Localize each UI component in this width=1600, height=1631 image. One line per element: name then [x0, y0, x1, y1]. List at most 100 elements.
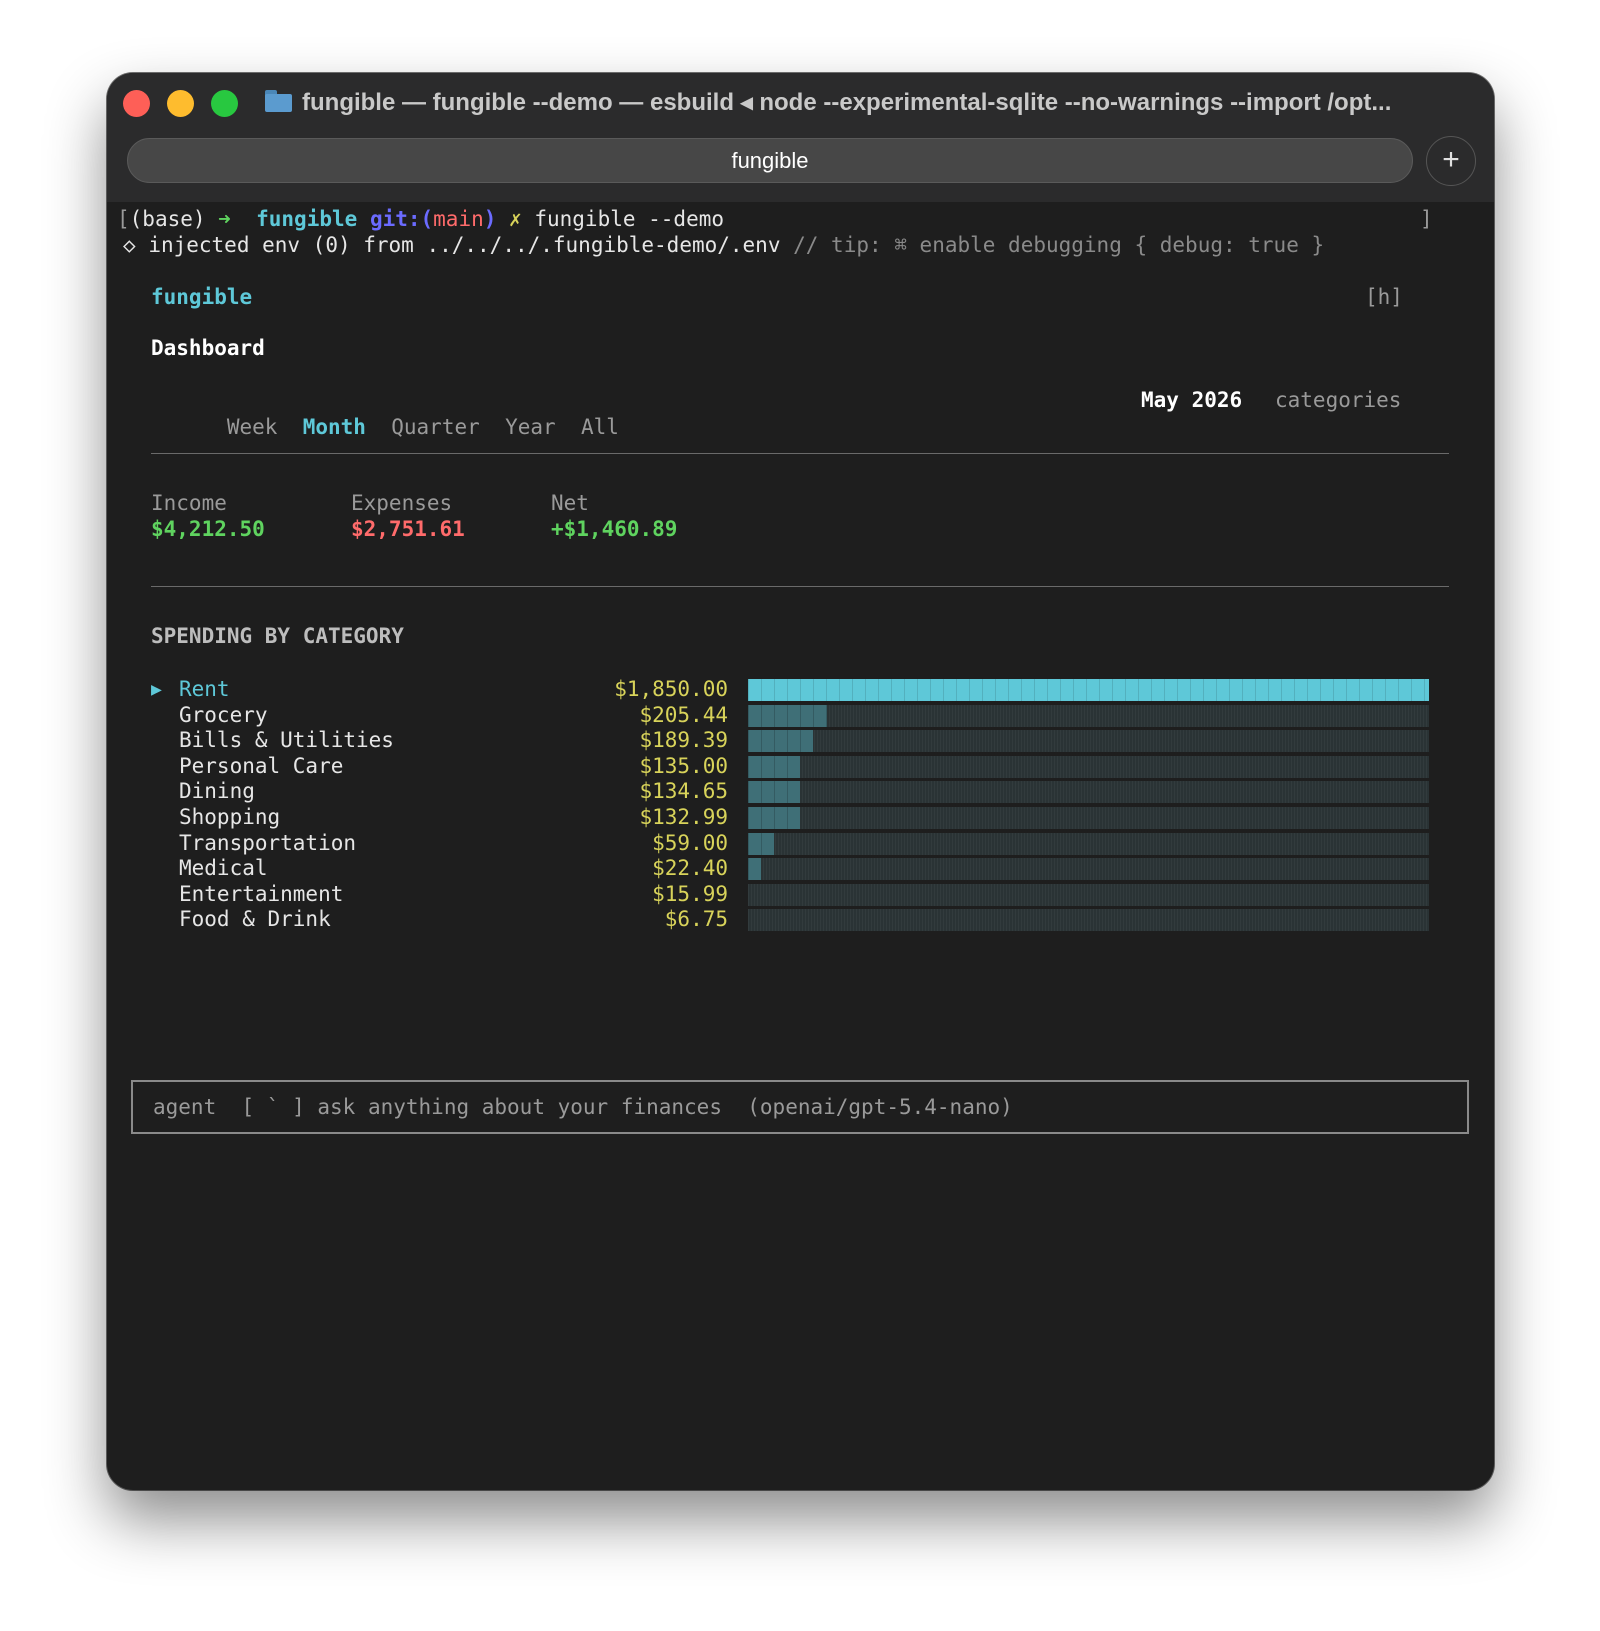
category-name: Medical	[179, 856, 268, 881]
maximize-window-button[interactable]	[211, 90, 238, 117]
category-name: Entertainment	[179, 881, 344, 906]
agent-placeholder: ask anything about your finances	[317, 1095, 722, 1119]
bar	[748, 704, 827, 727]
category-name: Shopping	[179, 805, 281, 829]
category-amount: $189.39	[639, 728, 728, 753]
bar-track	[748, 679, 1429, 701]
category-amount: $6.75	[664, 907, 728, 932]
app-name: fungible	[151, 285, 253, 309]
category-amount: $135.00	[639, 753, 728, 778]
bar	[748, 858, 762, 881]
tab-fungible[interactable]: fungible	[127, 138, 1413, 183]
agent-input[interactable]: agent [ ` ] ask anything about your fina…	[131, 1080, 1469, 1134]
git-label-close: )	[483, 207, 497, 231]
bar	[748, 781, 801, 804]
close-window-button[interactable]	[123, 90, 150, 117]
selected-arrow-icon: ▶	[151, 679, 162, 700]
command-text: fungible --demo	[534, 207, 725, 231]
spending-heading: SPENDING BY CATEGORY	[151, 624, 404, 648]
category-amount: $205.44	[639, 702, 728, 727]
category-name: Grocery	[179, 702, 268, 727]
folder-icon	[265, 90, 292, 112]
new-tab-button[interactable]: +	[1426, 136, 1476, 186]
bar	[748, 730, 814, 753]
category-row[interactable]: Medical $22.40	[107, 855, 1494, 882]
category-row[interactable]: Entertainment $15.99	[107, 881, 1494, 908]
prompt-close-bracket: ]	[1420, 207, 1433, 231]
expenses-value: $2,751.61	[351, 517, 465, 541]
category-amount: $15.99	[652, 881, 728, 906]
git-branch: main	[433, 207, 484, 231]
agent-label: agent	[153, 1095, 217, 1119]
category-row[interactable]: Dining $134.65	[107, 778, 1494, 805]
category-amount: $1,850.00	[614, 677, 728, 701]
bar	[748, 679, 1429, 701]
bar-track	[748, 883, 1429, 906]
shell-prompt: [(base) ➜ fungible git:(main) ✗ fungible…	[117, 206, 724, 233]
category-name: Bills & Utilities	[179, 728, 394, 753]
git-dirty-icon: ✗	[509, 207, 522, 231]
view-mode-toggle[interactable]: categories	[1275, 387, 1401, 414]
category-name: Transportation	[179, 830, 357, 855]
category-row[interactable]: Shopping $132.99	[107, 804, 1494, 831]
income-value: $4,212.50	[151, 517, 265, 541]
category-amount: $134.65	[639, 779, 728, 804]
title-bar: fungible — fungible --demo — esbuild ◂ n…	[107, 73, 1494, 202]
tab-year[interactable]: Year	[505, 415, 556, 439]
category-name: Food & Drink	[179, 907, 331, 932]
agent-shortcut: [ ` ]	[241, 1095, 305, 1119]
tab-week[interactable]: Week	[227, 415, 278, 439]
bar-track	[748, 858, 1429, 881]
bar	[748, 807, 801, 829]
category-amount: $132.99	[639, 805, 728, 829]
category-row[interactable]: ▶ Rent $1,850.00	[107, 676, 1494, 703]
conda-env: (base)	[129, 207, 206, 231]
category-name: Rent	[179, 677, 230, 701]
prompt-arrow-icon: ➜	[218, 207, 231, 231]
category-amount: $59.00	[652, 830, 728, 855]
category-name: Dining	[179, 779, 255, 804]
net-value: +$1,460.89	[551, 517, 678, 541]
category-amount: $22.40	[652, 856, 728, 881]
bar-track	[748, 909, 1429, 932]
expenses-label: Expenses	[351, 491, 453, 515]
bar-track	[748, 832, 1429, 855]
bar-track	[748, 704, 1429, 727]
bar	[748, 755, 801, 778]
agent-model: (openai/gpt-5.4-nano)	[747, 1095, 1013, 1119]
prompt-open-bracket: [	[117, 207, 130, 231]
bar-track	[748, 781, 1429, 804]
net-label: Net	[551, 491, 589, 515]
minimize-window-button[interactable]	[167, 90, 194, 117]
income-label: Income	[151, 491, 227, 515]
terminal-window: fungible — fungible --demo — esbuild ◂ n…	[107, 73, 1494, 1490]
category-row[interactable]: Personal Care $135.00	[107, 753, 1494, 780]
category-row[interactable]: Grocery $205.44	[107, 702, 1494, 729]
diamond-icon: ◇	[123, 233, 136, 257]
prompt-dir: fungible	[256, 207, 358, 231]
category-row[interactable]: Transportation $59.00	[107, 830, 1494, 857]
git-label: git:(	[369, 207, 434, 231]
tab-all[interactable]: All	[581, 415, 619, 439]
env-text: injected env (0) from ../../../.fungible…	[148, 233, 781, 257]
window-title: fungible — fungible --demo — esbuild ◂ n…	[302, 89, 1392, 116]
help-hint[interactable]: [h]	[1365, 284, 1403, 311]
env-message: ◇ injected env (0) from ../../../.fungib…	[123, 232, 1324, 259]
divider	[151, 453, 1449, 454]
bar-track	[748, 807, 1429, 829]
period-tabs: Week Month Quarter Year All	[151, 387, 619, 468]
category-row[interactable]: Food & Drink $6.75	[107, 906, 1494, 933]
tab-month[interactable]: Month	[303, 415, 366, 439]
divider	[151, 586, 1449, 587]
page-title: Dashboard	[151, 336, 265, 360]
bar-track	[748, 755, 1429, 778]
bar-track	[748, 730, 1429, 753]
current-period[interactable]: May 2026	[1141, 387, 1242, 414]
terminal-content[interactable]: [(base) ➜ fungible git:(main) ✗ fungible…	[107, 202, 1494, 1490]
category-name: Personal Care	[179, 753, 344, 778]
bar	[748, 832, 775, 855]
agent-prompt: agent [ ` ] ask anything about your fina…	[153, 1094, 1013, 1121]
tab-quarter[interactable]: Quarter	[391, 415, 480, 439]
env-tip: // tip: ⌘ enable debugging { debug: true…	[793, 233, 1325, 257]
category-row[interactable]: Bills & Utilities $189.39	[107, 727, 1494, 754]
